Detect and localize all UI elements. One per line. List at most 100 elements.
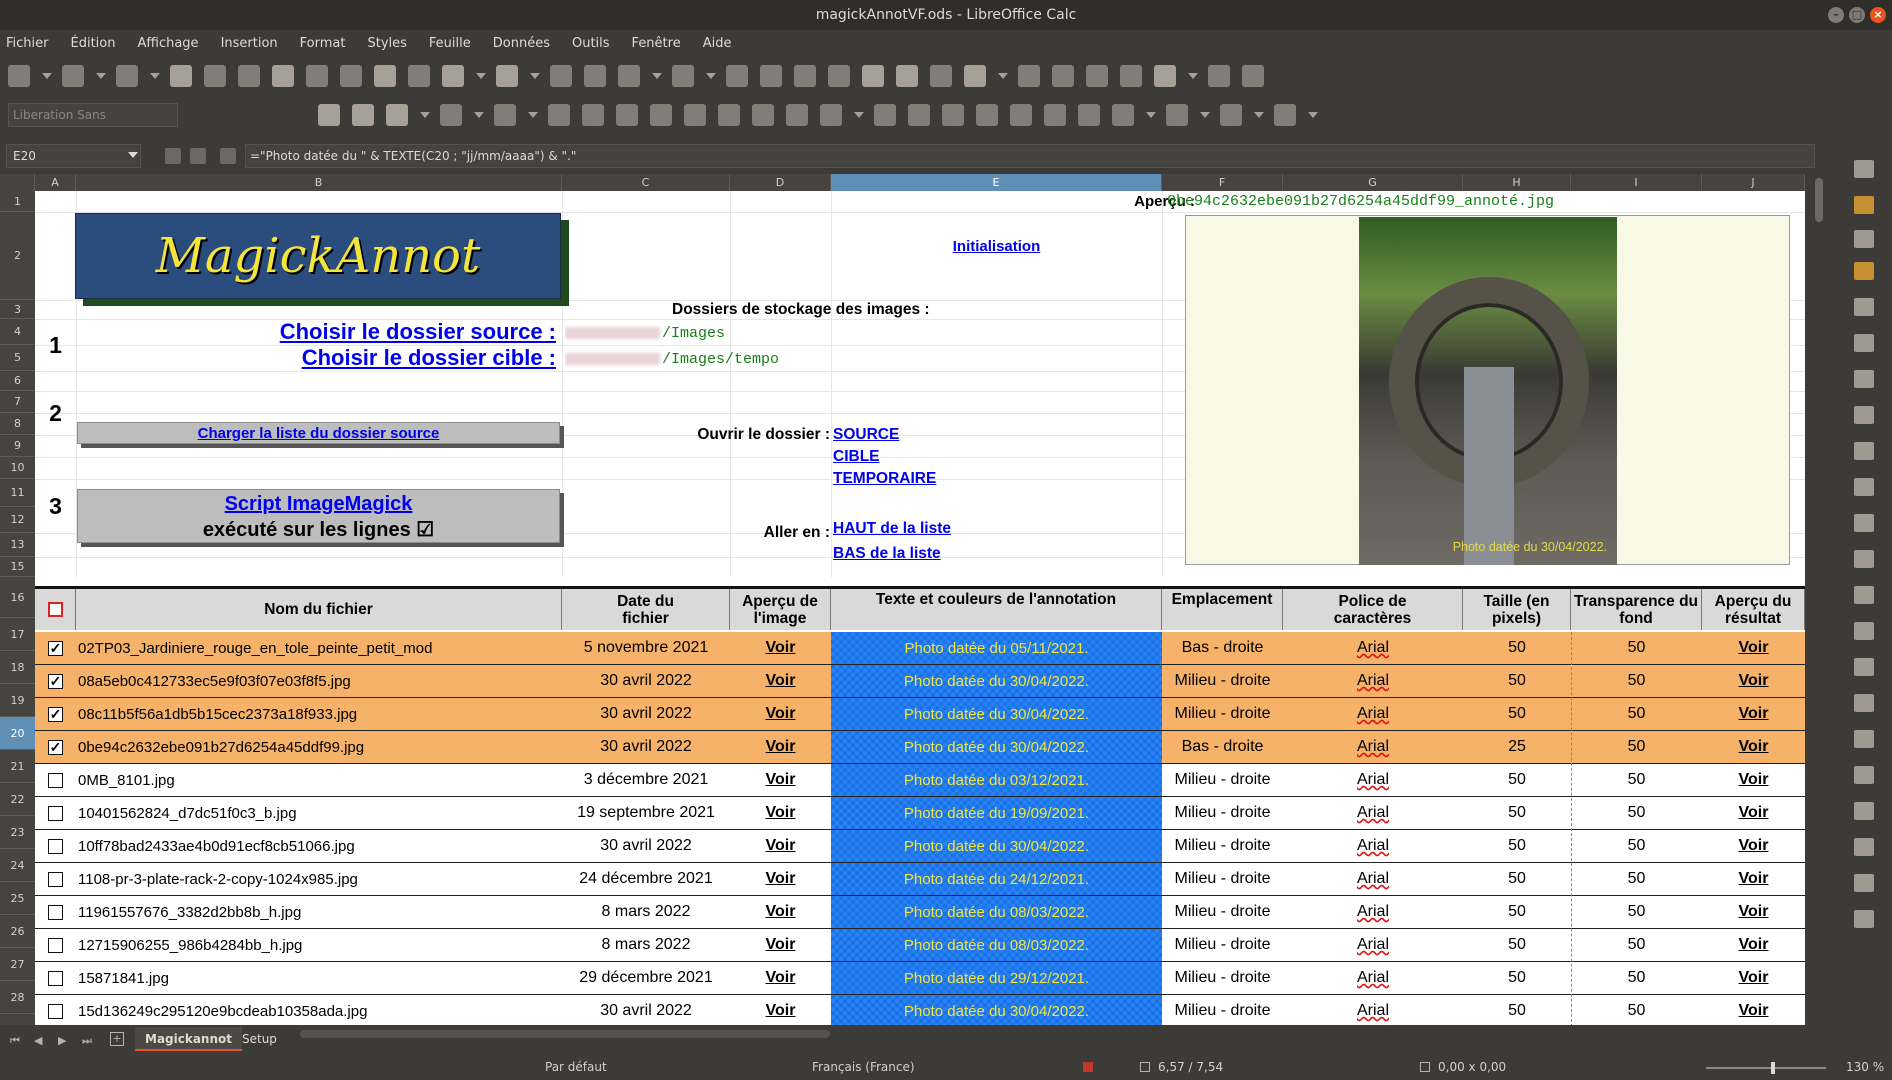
police-cell[interactable]: Arial bbox=[1283, 863, 1463, 895]
table-row[interactable]: 15d136249c295120e9bcdeab10358ada.jpg 30 a… bbox=[35, 995, 1805, 1025]
row-header[interactable]: 9 bbox=[0, 435, 35, 457]
taille-cell[interactable]: 50 bbox=[1463, 929, 1571, 961]
spreadsheet-grid[interactable]: Aperçu : 0be94c2632ebe091b27d6254a45ddf9… bbox=[35, 191, 1805, 1025]
align-right-icon[interactable] bbox=[616, 104, 638, 126]
chevron-down-icon[interactable] bbox=[42, 73, 52, 79]
pivot-table-icon[interactable] bbox=[930, 65, 952, 87]
highlight-icon[interactable] bbox=[494, 104, 516, 126]
column-icon[interactable] bbox=[672, 65, 694, 87]
autofilter-icon[interactable] bbox=[828, 65, 850, 87]
bold-icon[interactable] bbox=[318, 104, 340, 126]
row-header[interactable]: 4 bbox=[0, 319, 35, 345]
emplacement-cell[interactable]: Milieu - droite bbox=[1162, 962, 1283, 994]
emplacement-cell[interactable]: Bas - droite bbox=[1162, 632, 1283, 664]
checkbox-icon[interactable] bbox=[48, 871, 63, 887]
transparence-cell[interactable]: 50 bbox=[1571, 797, 1702, 829]
police-cell[interactable]: Arial bbox=[1283, 929, 1463, 961]
ouvrir-source-link[interactable]: SOURCE bbox=[833, 424, 1033, 446]
annotation-text-cell[interactable]: Photo datée du 08/03/2022. bbox=[831, 896, 1162, 928]
decrease-indent-icon[interactable] bbox=[1078, 104, 1100, 126]
row-header[interactable]: 12 bbox=[0, 507, 35, 533]
annotation-text-cell[interactable]: Photo datée du 24/12/2021. bbox=[831, 863, 1162, 895]
table-row[interactable]: 10ff78bad2433ae4b0d91ecf8cb51066.jpg 30 a… bbox=[35, 830, 1805, 863]
column-header[interactable]: B bbox=[76, 174, 562, 191]
split-window-icon[interactable] bbox=[1208, 65, 1230, 87]
sidebar-tool-icon[interactable] bbox=[1854, 442, 1874, 460]
haut-liste-link[interactable]: HAUT de la liste bbox=[833, 517, 1083, 541]
align-top-icon[interactable] bbox=[718, 104, 740, 126]
checkbox-icon[interactable] bbox=[48, 970, 63, 986]
chevron-down-icon[interactable] bbox=[998, 73, 1008, 79]
menu-format[interactable]: Format bbox=[300, 36, 346, 51]
voir-resultat-link[interactable]: Voir bbox=[1702, 632, 1805, 664]
chevron-down-icon[interactable] bbox=[128, 152, 138, 158]
merge-cells-icon[interactable] bbox=[684, 104, 706, 126]
row-header[interactable]: 20 bbox=[0, 717, 35, 750]
row-checkbox-cell[interactable] bbox=[35, 929, 76, 961]
checkbox-checked-icon[interactable]: ✓ bbox=[48, 673, 63, 689]
checkbox-icon[interactable] bbox=[48, 838, 63, 854]
voir-image-link[interactable]: Voir bbox=[730, 962, 831, 994]
transparence-cell[interactable]: 50 bbox=[1571, 962, 1702, 994]
police-cell[interactable]: Arial bbox=[1283, 797, 1463, 829]
menu-affichage[interactable]: Affichage bbox=[137, 36, 198, 51]
chevron-down-icon[interactable] bbox=[150, 73, 160, 79]
increase-indent-icon[interactable] bbox=[1044, 104, 1066, 126]
annotation-text-cell[interactable]: Photo datée du 29/12/2021. bbox=[831, 962, 1162, 994]
sidebar-tool-icon[interactable] bbox=[1854, 586, 1874, 604]
voir-resultat-link[interactable]: Voir bbox=[1702, 929, 1805, 961]
voir-resultat-link[interactable]: Voir bbox=[1702, 665, 1805, 697]
align-bottom-icon[interactable] bbox=[786, 104, 808, 126]
add-decimal-icon[interactable] bbox=[976, 104, 998, 126]
transparence-cell[interactable]: 50 bbox=[1571, 995, 1702, 1025]
transparence-cell[interactable]: 50 bbox=[1571, 764, 1702, 796]
choisir-source-link[interactable]: Choisir le dossier source : bbox=[76, 319, 556, 345]
row-checkbox-cell[interactable] bbox=[35, 863, 76, 895]
cursor-icon[interactable] bbox=[1854, 160, 1874, 178]
chevron-down-icon[interactable] bbox=[1188, 73, 1198, 79]
row-header[interactable]: 24 bbox=[0, 849, 35, 882]
chevron-down-icon[interactable] bbox=[1146, 112, 1156, 118]
voir-resultat-link[interactable]: Voir bbox=[1702, 962, 1805, 994]
chevron-down-icon[interactable] bbox=[1254, 112, 1264, 118]
row-header[interactable]: 13 bbox=[0, 533, 35, 557]
voir-resultat-link[interactable]: Voir bbox=[1702, 731, 1805, 763]
borders-icon[interactable] bbox=[1112, 104, 1134, 126]
undo-icon[interactable] bbox=[442, 65, 464, 87]
voir-resultat-link[interactable]: Voir bbox=[1702, 863, 1805, 895]
sidebar-tool-icon[interactable] bbox=[1854, 550, 1874, 568]
chevron-down-icon[interactable] bbox=[652, 73, 662, 79]
annotation-text-cell[interactable]: Photo datée du 30/04/2022. bbox=[831, 995, 1162, 1025]
row-checkbox-cell[interactable] bbox=[35, 896, 76, 928]
row-checkbox-cell[interactable]: ✓ bbox=[35, 698, 76, 730]
charger-link[interactable]: Charger la liste du dossier source bbox=[78, 423, 559, 443]
column-header[interactable]: F bbox=[1162, 174, 1283, 191]
voir-resultat-link[interactable]: Voir bbox=[1702, 896, 1805, 928]
conditional-format-icon[interactable] bbox=[1274, 104, 1296, 126]
police-cell[interactable]: Arial bbox=[1283, 665, 1463, 697]
voir-image-link[interactable]: Voir bbox=[730, 764, 831, 796]
taille-cell[interactable]: 50 bbox=[1463, 698, 1571, 730]
tab-setup[interactable]: Setup bbox=[236, 1027, 283, 1051]
menu-feuille[interactable]: Feuille bbox=[429, 36, 471, 51]
row-header[interactable]: 3 bbox=[0, 300, 35, 319]
column-header[interactable]: H bbox=[1463, 174, 1571, 191]
draw-functions-icon[interactable] bbox=[1242, 65, 1264, 87]
sidebar-tool-icon[interactable] bbox=[1854, 694, 1874, 712]
chevron-down-icon[interactable] bbox=[420, 112, 430, 118]
row-header[interactable]: 2 bbox=[0, 212, 35, 300]
annotation-text-cell[interactable]: Photo datée du 30/04/2022. bbox=[831, 665, 1162, 697]
zoom-slider[interactable] bbox=[1706, 1067, 1826, 1069]
initialisation-link[interactable]: Initialisation bbox=[831, 235, 1162, 257]
row-checkbox-cell[interactable] bbox=[35, 962, 76, 994]
sum-icon[interactable] bbox=[190, 148, 206, 164]
voir-image-link[interactable]: Voir bbox=[730, 665, 831, 697]
police-cell[interactable]: Arial bbox=[1283, 632, 1463, 664]
page-style[interactable]: Par défaut bbox=[545, 1060, 607, 1074]
sidebar-tool-icon[interactable] bbox=[1854, 658, 1874, 676]
row-icon[interactable] bbox=[618, 65, 640, 87]
column-header[interactable]: D bbox=[730, 174, 831, 191]
menu-edition[interactable]: Édition bbox=[71, 36, 116, 51]
align-left-icon[interactable] bbox=[548, 104, 570, 126]
row-header[interactable]: 11 bbox=[0, 479, 35, 507]
